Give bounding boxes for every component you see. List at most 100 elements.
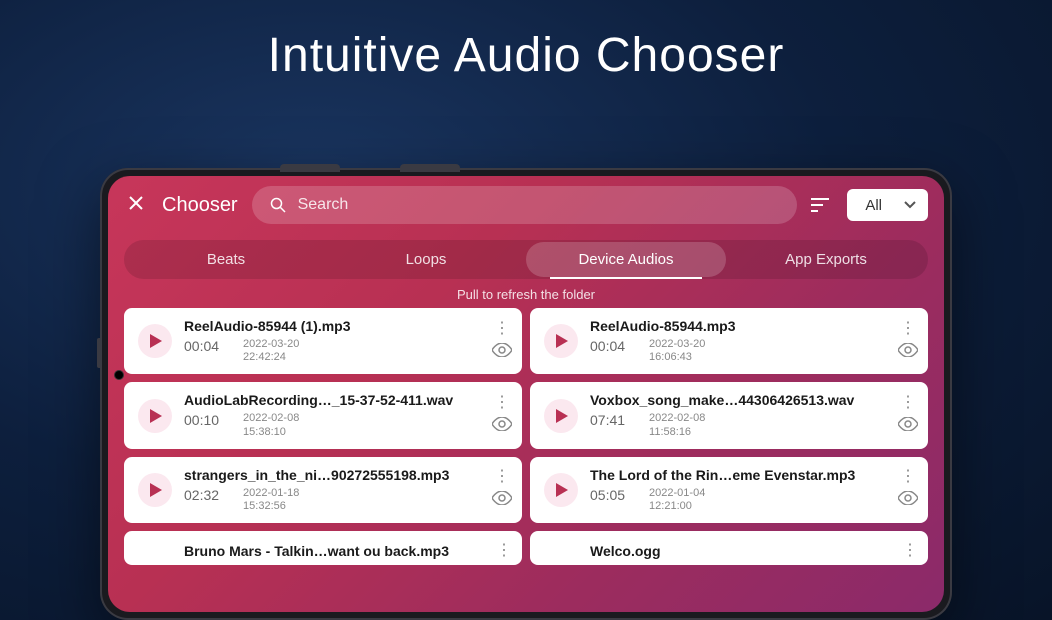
file-date: 2022-02-08 [649, 412, 705, 425]
file-content: Voxbox_song_make…44306426513.wav 07:41 2… [590, 392, 886, 438]
file-time: 22:42:24 [243, 351, 299, 364]
close-button[interactable] [124, 195, 148, 216]
file-content: ReelAudio-85944.mp3 00:04 2022-03-2016:0… [590, 318, 886, 364]
play-button[interactable] [138, 473, 172, 507]
tabs: Beats Loops Device Audios App Exports [124, 240, 928, 279]
topbar: Chooser Search All [108, 176, 944, 234]
preview-button[interactable] [898, 343, 918, 362]
more-button[interactable]: ⋮ [902, 543, 918, 559]
file-name: strangers_in_the_ni…90272555198.mp3 [184, 467, 480, 483]
filter-select[interactable]: All [847, 189, 928, 221]
refresh-hint: Pull to refresh the folder [108, 287, 944, 302]
file-time: 16:06:43 [649, 351, 705, 364]
file-name: Voxbox_song_make…44306426513.wav [590, 392, 886, 408]
file-duration: 00:04 [184, 338, 219, 364]
more-button[interactable]: ⋮ [494, 321, 510, 337]
file-name: The Lord of the Rin…eme Evenstar.mp3 [590, 467, 886, 483]
file-grid: ReelAudio-85944 (1).mp3 00:04 2022-03-20… [108, 308, 944, 565]
file-card[interactable]: Voxbox_song_make…44306426513.wav 07:41 2… [530, 382, 928, 448]
file-date: 2022-02-08 [243, 412, 299, 425]
search-placeholder: Search [298, 196, 349, 214]
eye-icon [898, 491, 918, 505]
play-button[interactable] [544, 399, 578, 433]
more-button[interactable]: ⋮ [496, 543, 512, 559]
file-content: AudioLabRecording…_15-37-52-411.wav 00:1… [184, 392, 480, 438]
file-card[interactable]: Bruno Mars - Talkin…want ou back.mp3 ⋮ [124, 531, 522, 565]
app-title: Chooser [162, 194, 238, 217]
device-frame: Chooser Search All Beats Loops Device Au… [100, 168, 952, 620]
close-icon [128, 195, 144, 211]
play-icon [150, 334, 162, 348]
file-content: The Lord of the Rin…eme Evenstar.mp3 05:… [590, 467, 886, 513]
preview-button[interactable] [492, 417, 512, 436]
hero-title: Intuitive Audio Chooser [0, 28, 1052, 83]
file-name: ReelAudio-85944.mp3 [590, 318, 886, 334]
file-content: ReelAudio-85944 (1).mp3 00:04 2022-03-20… [184, 318, 480, 364]
file-name: AudioLabRecording…_15-37-52-411.wav [184, 392, 480, 408]
play-icon [150, 409, 162, 423]
file-time: 15:38:10 [243, 426, 299, 439]
search-icon [270, 197, 286, 213]
file-duration: 00:04 [590, 338, 625, 364]
tab-device-audios[interactable]: Device Audios [526, 242, 726, 277]
device-side-button [97, 338, 100, 368]
chevron-down-icon [904, 201, 916, 209]
camera-hole [114, 370, 124, 380]
file-content: strangers_in_the_ni…90272555198.mp3 02:3… [184, 467, 480, 513]
file-time: 12:21:00 [649, 500, 705, 513]
eye-icon [492, 491, 512, 505]
play-button[interactable] [138, 324, 172, 358]
more-button[interactable]: ⋮ [900, 469, 916, 485]
eye-icon [492, 417, 512, 431]
sort-button[interactable] [811, 197, 833, 213]
filter-value: All [865, 197, 882, 214]
file-date: 2022-03-20 [649, 338, 705, 351]
more-button[interactable]: ⋮ [900, 395, 916, 411]
more-button[interactable]: ⋮ [494, 469, 510, 485]
file-time: 15:32:56 [243, 500, 299, 513]
file-duration: 02:32 [184, 487, 219, 513]
play-icon [556, 483, 568, 497]
file-name: Bruno Mars - Talkin…want ou back.mp3 [184, 543, 484, 559]
more-button[interactable]: ⋮ [900, 321, 916, 337]
file-content: Welco.ogg [590, 543, 890, 559]
play-icon [556, 334, 568, 348]
file-date: 2022-01-04 [649, 487, 705, 500]
search-input[interactable]: Search [252, 186, 798, 224]
file-card[interactable]: AudioLabRecording…_15-37-52-411.wav 00:1… [124, 382, 522, 448]
file-card[interactable]: Welco.ogg ⋮ [530, 531, 928, 565]
file-card[interactable]: strangers_in_the_ni…90272555198.mp3 02:3… [124, 457, 522, 523]
play-icon [556, 409, 568, 423]
play-button[interactable] [544, 324, 578, 358]
play-button[interactable] [544, 473, 578, 507]
screen: Chooser Search All Beats Loops Device Au… [108, 176, 944, 612]
eye-icon [492, 343, 512, 357]
file-card[interactable]: ReelAudio-85944 (1).mp3 00:04 2022-03-20… [124, 308, 522, 374]
preview-button[interactable] [898, 417, 918, 436]
file-name: Welco.ogg [590, 543, 890, 559]
file-time: 11:58:16 [649, 426, 705, 439]
file-date: 2022-01-18 [243, 487, 299, 500]
device-notch [400, 164, 460, 172]
file-name: ReelAudio-85944 (1).mp3 [184, 318, 480, 334]
more-button[interactable]: ⋮ [494, 395, 510, 411]
play-button[interactable] [138, 399, 172, 433]
play-icon [150, 483, 162, 497]
tab-beats[interactable]: Beats [126, 242, 326, 277]
tab-app-exports[interactable]: App Exports [726, 242, 926, 277]
eye-icon [898, 417, 918, 431]
file-date: 2022-03-20 [243, 338, 299, 351]
preview-button[interactable] [898, 491, 918, 510]
preview-button[interactable] [492, 491, 512, 510]
tab-loops[interactable]: Loops [326, 242, 526, 277]
file-duration: 07:41 [590, 412, 625, 438]
file-duration: 05:05 [590, 487, 625, 513]
file-duration: 00:10 [184, 412, 219, 438]
file-card[interactable]: The Lord of the Rin…eme Evenstar.mp3 05:… [530, 457, 928, 523]
file-card[interactable]: ReelAudio-85944.mp3 00:04 2022-03-2016:0… [530, 308, 928, 374]
sort-icon [811, 197, 833, 213]
device-notch [280, 164, 340, 172]
eye-icon [898, 343, 918, 357]
preview-button[interactable] [492, 343, 512, 362]
file-content: Bruno Mars - Talkin…want ou back.mp3 [184, 543, 484, 559]
